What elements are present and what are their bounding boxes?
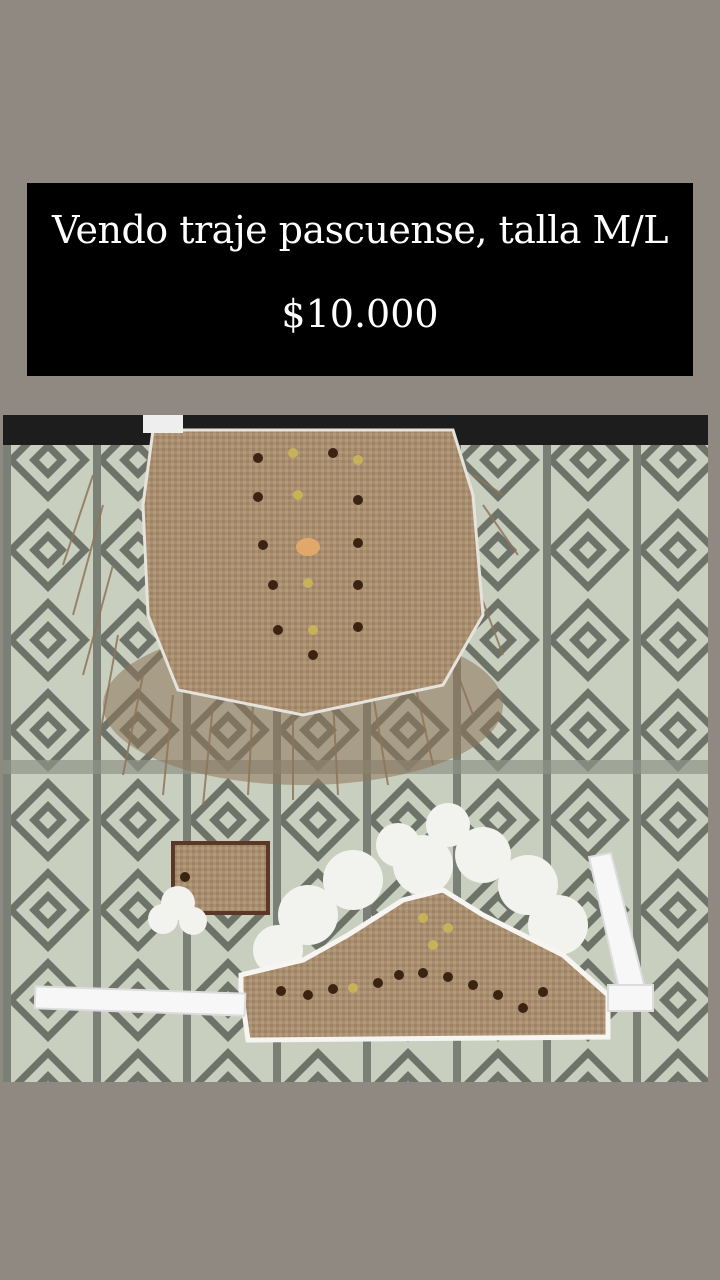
product-photo — [3, 415, 708, 1082]
costume-illustration — [3, 415, 708, 1082]
story-screen: { "caption": { "line1": "Vendo traje pas… — [0, 0, 720, 1280]
caption-price: $10.000 — [281, 292, 439, 336]
caption-title: Vendo traje pascuense, talla M/L — [52, 208, 668, 252]
caption-box: Vendo traje pascuense, talla M/L $10.000 — [27, 183, 693, 376]
burlap-apron — [141, 428, 485, 717]
right-elastic-strap-end — [607, 984, 654, 1012]
apron-tie — [143, 415, 183, 433]
